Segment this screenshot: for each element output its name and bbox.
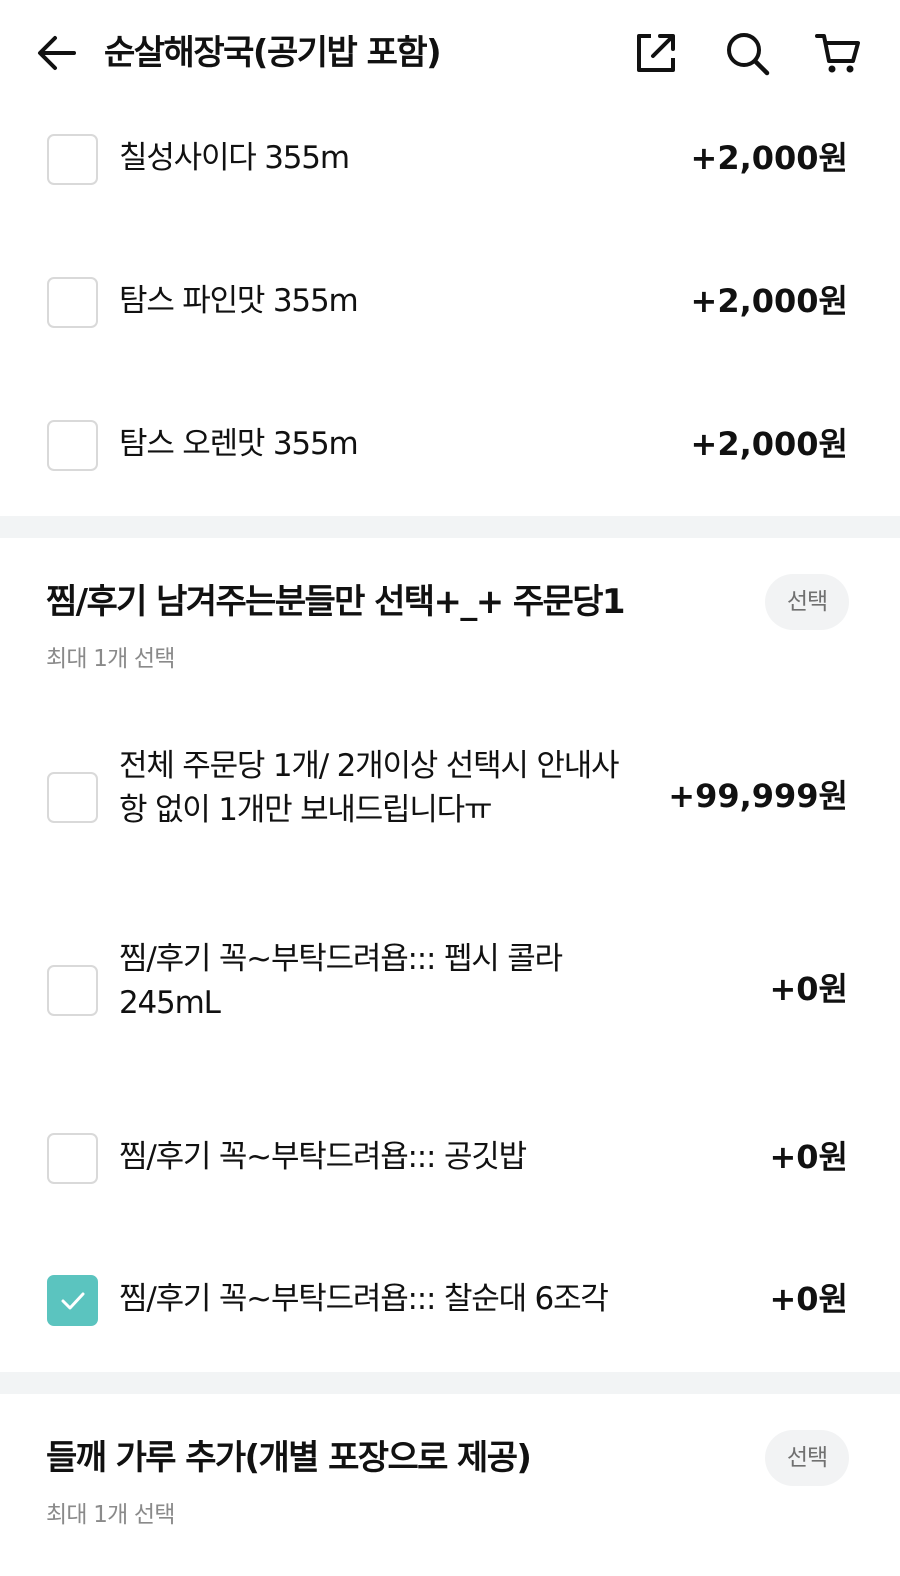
option-label: 찜/후기 꼭~부탁드려욥::: 찰순대 6조각 — [119, 1281, 609, 1317]
option-checkbox-checked[interactable] — [47, 1275, 98, 1326]
cart-button[interactable] — [815, 30, 861, 76]
option-label: 칠성사이다 355m — [119, 140, 350, 176]
option-checkbox[interactable] — [47, 420, 98, 471]
option-checkbox[interactable] — [47, 772, 98, 823]
option-group-subtitle: 최대 1개 선택 — [46, 646, 175, 672]
section-divider — [0, 1372, 900, 1394]
option-row[interactable]: 찜/후기 꼭~부탁드려욥::: 찰순대 6조각 +0원 — [0, 1248, 900, 1354]
option-row[interactable]: 찜/후기 꼭~부탁드려욥::: 펩시 콜라 245mL +0원 — [0, 930, 900, 1050]
option-price: +0원 — [769, 1138, 848, 1176]
option-label: 탐스 파인맛 355m — [119, 283, 359, 319]
option-row[interactable]: 탐스 오렌맛 355m +2,000원 — [0, 392, 900, 498]
option-checkbox[interactable] — [47, 134, 98, 185]
option-checkbox[interactable] — [47, 1133, 98, 1184]
check-icon — [61, 1292, 85, 1310]
option-group-subtitle: 최대 1개 선택 — [46, 1502, 175, 1528]
cart-icon — [815, 34, 860, 73]
option-group-title: 들깨 가루 추가(개별 포장으로 제공) — [46, 1438, 532, 1478]
option-row[interactable]: 탐스 파인맛 355m +2,000원 — [0, 249, 900, 355]
option-label: 찜/후기 꼭~부탁드려욥::: 펩시 콜라 245mL — [119, 941, 563, 1021]
optional-badge: 선택 — [765, 1430, 849, 1486]
page-title: 순살해장국(공기밥 포함) — [104, 33, 442, 73]
option-price: +2,000원 — [690, 425, 848, 463]
optional-badge: 선택 — [765, 574, 849, 630]
share-icon — [637, 34, 675, 72]
option-row[interactable]: 찜/후기 꼭~부탁드려욥::: 공깃밥 +0원 — [0, 1106, 900, 1212]
option-price: +0원 — [769, 1280, 848, 1318]
option-label: 전체 주문당 1개/ 2개이상 선택시 안내사항 없이 1개만 보내드립니다ㅠ — [119, 748, 620, 828]
option-row[interactable]: 칠성사이다 355m +2,000원 — [0, 106, 900, 212]
option-checkbox[interactable] — [47, 277, 98, 328]
search-button[interactable] — [724, 30, 770, 76]
section-divider — [0, 516, 900, 538]
option-label: 찜/후기 꼭~부탁드려욥::: 공깃밥 — [119, 1139, 527, 1175]
option-price: +99,999원 — [668, 777, 848, 815]
back-button[interactable] — [36, 32, 78, 74]
top-app-bar: 순살해장국(공기밥 포함) — [0, 0, 900, 106]
option-checkbox[interactable] — [47, 965, 98, 1016]
share-button[interactable] — [633, 30, 679, 76]
search-icon — [727, 33, 770, 76]
option-price: +0원 — [769, 970, 848, 1008]
option-price: +2,000원 — [690, 282, 848, 320]
option-row[interactable]: 전체 주문당 1개/ 2개이상 선택시 안내사항 없이 1개만 보내드립니다ㅠ … — [0, 730, 900, 870]
option-group-title: 찜/후기 남겨주는분들만 선택+_+ 주문당1 — [46, 582, 626, 622]
arrow-left-icon — [38, 36, 76, 70]
option-price: +2,000원 — [690, 139, 848, 177]
option-label: 탐스 오렌맛 355m — [119, 426, 359, 462]
